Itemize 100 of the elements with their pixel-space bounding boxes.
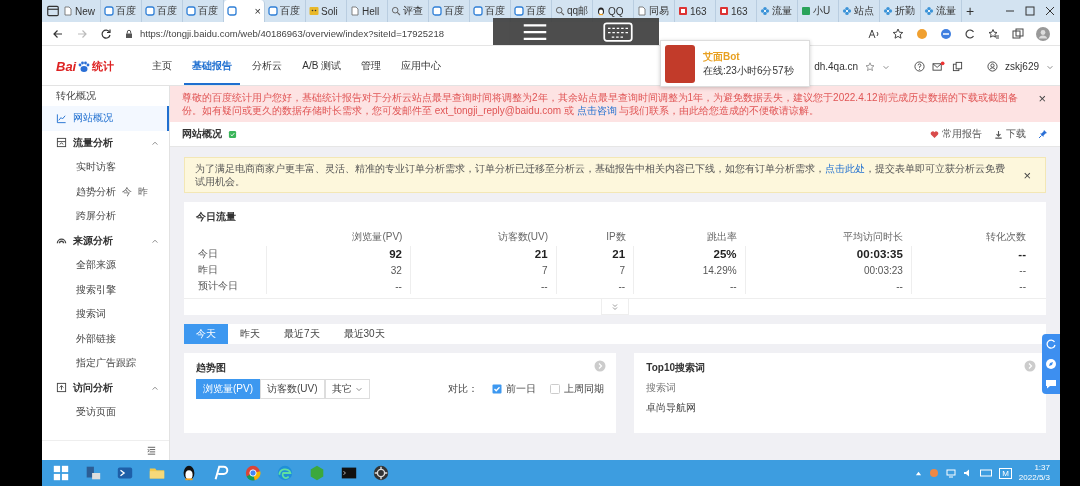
column-header: 搜索词 — [645, 381, 678, 395]
favorites-icon[interactable] — [988, 27, 1000, 40]
chevron-down-icon — [354, 385, 363, 393]
star-add-icon[interactable] — [892, 27, 904, 40]
page-title: 网站概况 — [182, 127, 222, 141]
report-action-button[interactable]: 常用报告 — [930, 127, 982, 141]
url-text[interactable]: https://tongji.baidu.com/web/40186963/overview/index?siteId=17925218 — [140, 28, 444, 39]
bird-picture — [665, 44, 695, 83]
collapse-menu-icon[interactable] — [146, 445, 157, 456]
start-icon[interactable] — [52, 464, 70, 482]
search-icon — [391, 6, 401, 16]
nav-tab[interactable]: 主页 — [144, 48, 181, 85]
mail-icon[interactable] — [932, 61, 946, 72]
chat-icon[interactable] — [1045, 378, 1057, 390]
caret-up-icon[interactable] — [915, 469, 923, 477]
star-icon[interactable] — [865, 61, 876, 72]
checkbox[interactable] — [550, 384, 561, 394]
date-range-tab[interactable]: 最近7天 — [272, 324, 332, 344]
avatar-icon[interactable] — [1036, 26, 1050, 41]
date-range-tab[interactable]: 最近30天 — [331, 324, 397, 344]
sidebar-group[interactable]: 来源分析 — [42, 228, 169, 253]
day-link[interactable]: 今 — [122, 184, 132, 199]
row-label: 昨日 — [196, 262, 266, 278]
pin-icon[interactable] — [1038, 129, 1048, 139]
sidebar-item[interactable]: 跨屏分析 — [42, 204, 169, 229]
sidebar-item[interactable]: 指定广告跟踪 — [42, 351, 169, 376]
day-link[interactable]: 昨 — [138, 184, 148, 199]
nav-tab[interactable]: 管理 — [353, 48, 390, 85]
close-button[interactable]: × — [1034, 91, 1050, 106]
square-icon — [104, 6, 114, 16]
nav-tab[interactable]: A/B 测试 — [294, 48, 350, 85]
checkbox[interactable] — [492, 384, 503, 394]
square-icon — [514, 6, 524, 16]
square-icon — [432, 6, 442, 16]
search-term: 卓尚导航网 — [645, 401, 698, 415]
gear-icon[interactable] — [372, 464, 390, 482]
consult-link[interactable]: 点击咨询 — [576, 105, 617, 116]
sidebar-item[interactable]: 实时访客 — [42, 155, 169, 180]
compare-label: 对比： — [448, 382, 479, 396]
compass-icon[interactable] — [1045, 358, 1057, 370]
letter-p-icon[interactable] — [212, 464, 230, 482]
forward-icon[interactable] — [76, 27, 88, 40]
card-title: 趋势图 — [195, 361, 227, 375]
chrome-icon[interactable] — [244, 464, 262, 482]
sidebar-group[interactable]: 访问分析 — [42, 375, 169, 400]
date-range-tab[interactable]: 昨天 — [228, 324, 272, 344]
user-icon[interactable] — [987, 61, 999, 72]
network-icon[interactable] — [946, 468, 957, 478]
close-button[interactable]: × — [1019, 167, 1035, 183]
column-header: 浏览量(PV) — [266, 228, 411, 246]
keyboard-icon[interactable] — [602, 21, 634, 42]
lock-icon — [124, 28, 134, 39]
nav-tab[interactable]: 应用中心 — [393, 48, 450, 85]
refresh-icon[interactable] — [100, 27, 112, 40]
search-icon — [555, 6, 565, 16]
page-icon — [637, 6, 647, 16]
edge-icon[interactable] — [276, 464, 294, 482]
more-metrics-dropdown[interactable]: 其它 — [324, 379, 370, 399]
badge-icon — [228, 129, 237, 139]
table-cell: -- — [266, 278, 411, 294]
sidebar-item[interactable]: 趋势分析 — [42, 179, 116, 204]
table-cell: 00:03:23 — [745, 262, 912, 278]
sidebar-item[interactable]: 外部链接 — [42, 326, 169, 351]
read-aloud-icon[interactable] — [868, 27, 880, 40]
upload-box-icon — [56, 382, 67, 394]
browser-tab[interactable]: × — [224, 0, 265, 22]
server-manager-icon[interactable] — [84, 464, 102, 482]
extension-icon[interactable] — [916, 27, 928, 40]
card-title: 今日流量 — [195, 210, 237, 224]
user-name[interactable]: zskj629 — [1005, 61, 1039, 72]
extension-icon[interactable] — [940, 27, 952, 40]
square-icon — [186, 6, 196, 16]
close-tab-button[interactable]: × — [254, 5, 261, 17]
new-tab-button[interactable]: + — [962, 0, 979, 22]
help-icon[interactable] — [914, 61, 926, 72]
row-label: 今日 — [196, 246, 266, 262]
metric-tab[interactable]: 访客数(UV) — [260, 379, 325, 399]
sidebar-item[interactable]: 网站概况 — [42, 106, 169, 131]
page-icon — [63, 6, 73, 16]
table-cell: -- — [911, 262, 1034, 278]
chart-box-icon — [56, 137, 67, 149]
tip-text: 为了满足电商商家户更丰富、灵活、精准的专业订单分析需求，订单分析已迁移至分析云，基础报告中相关内容已下线，如您有订单分析需求，点击此处，提交表单即可立获分析云免费试用机会。 — [195, 162, 1006, 188]
copy-icon[interactable] — [952, 61, 964, 72]
sidebar-item[interactable]: 全部来源 — [42, 253, 169, 278]
collections-icon[interactable] — [1012, 27, 1024, 40]
sidebar-item[interactable]: 受访页面 — [42, 400, 169, 425]
logo-text: 统计 — [92, 59, 115, 74]
report-action-button[interactable]: 下载 — [994, 127, 1026, 141]
sidebar-item[interactable]: 转化概况 — [42, 86, 169, 106]
click-here-link[interactable]: 点击此处 — [825, 163, 865, 174]
sidebar-item[interactable]: 搜索词 — [42, 302, 169, 327]
site-name[interactable]: dh.4qa.cn — [814, 61, 859, 72]
table-cell: 00:03:35 — [745, 246, 912, 262]
sync-icon[interactable] — [964, 27, 976, 40]
back-icon[interactable] — [52, 27, 64, 40]
flower-icon — [883, 6, 893, 16]
nav-tab[interactable]: 分析云 — [244, 48, 291, 85]
sidebar-item[interactable]: 搜索引擎 — [42, 277, 169, 302]
table-cell: 21 — [556, 246, 634, 262]
sidebar-group[interactable]: 流量分析 — [42, 130, 169, 155]
